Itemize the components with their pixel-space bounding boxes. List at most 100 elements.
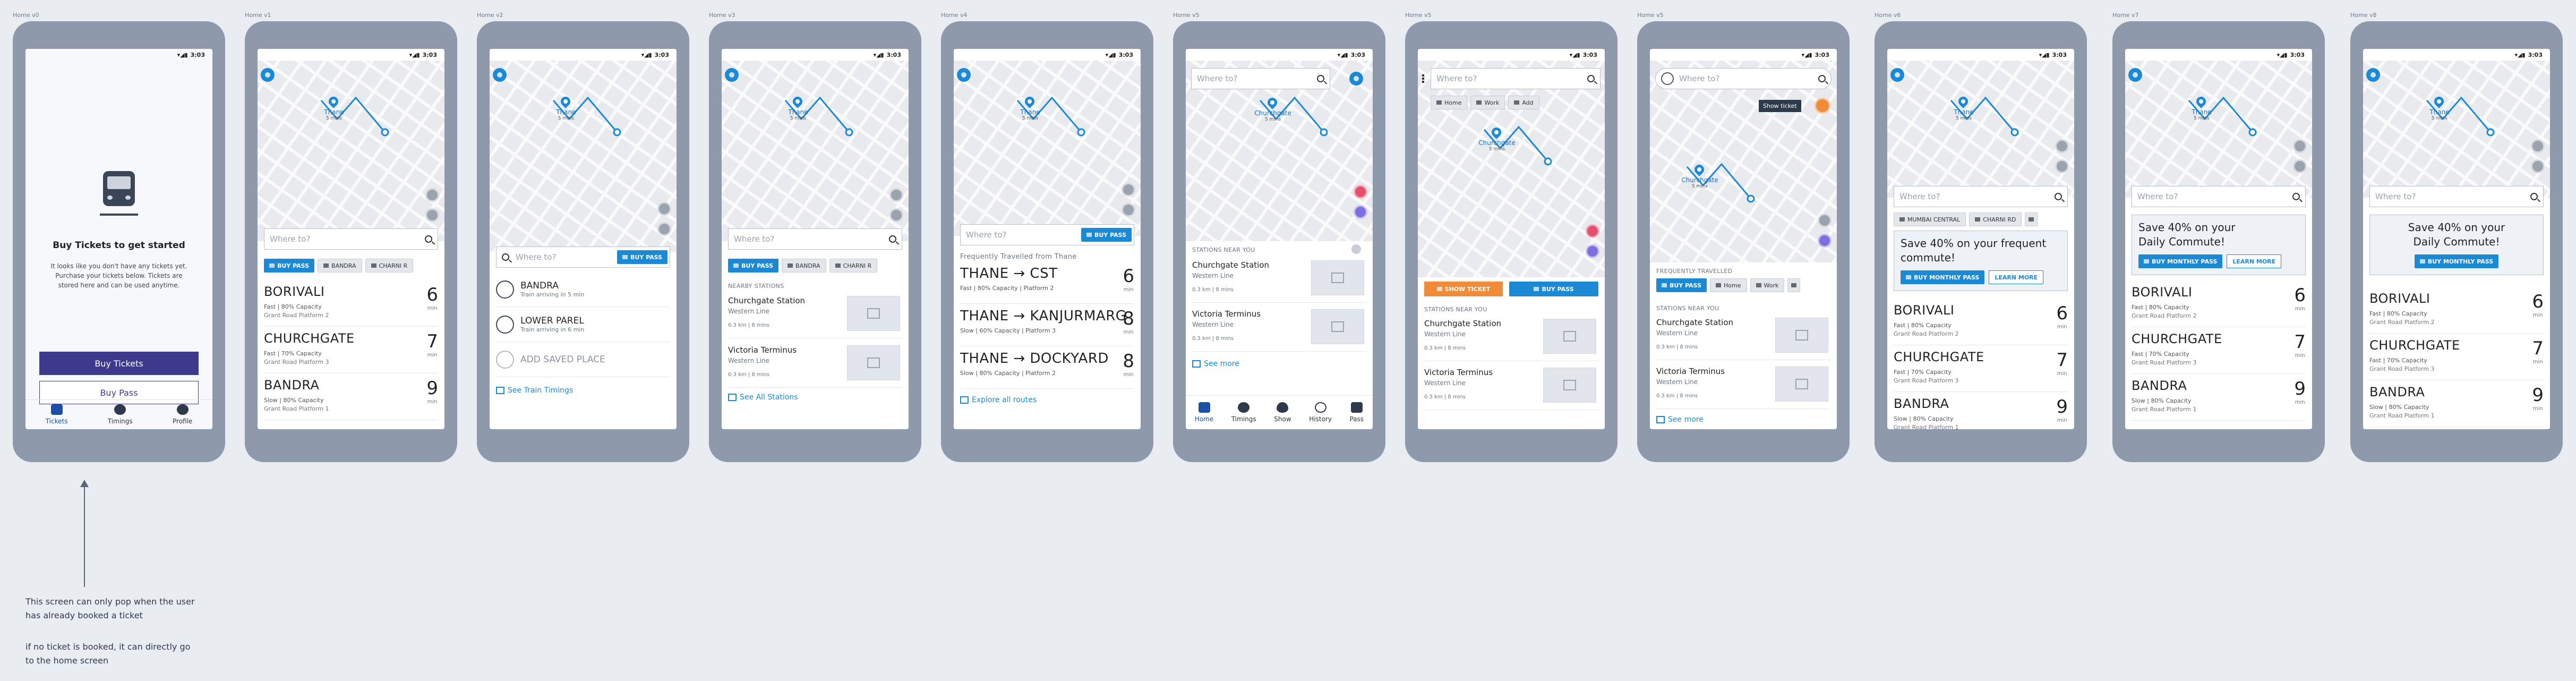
profile-avatar[interactable] xyxy=(1890,68,1904,82)
layers-button[interactable] xyxy=(1122,183,1135,197)
search-input[interactable]: Where to? BUY PASS xyxy=(960,224,1134,245)
see-train-timings-link[interactable]: See Train Timings xyxy=(496,386,573,395)
chip-add[interactable]: Add xyxy=(1508,96,1539,109)
chip-charni[interactable]: CHARNI R xyxy=(829,259,878,273)
route-row[interactable]: THANE → DOCKYARD Slow | 80% Capacity | Pl… xyxy=(960,346,1134,389)
map[interactable]: Thane 5 mins xyxy=(2125,61,2312,198)
station-row[interactable]: Churchgate Station Western Line 0.3 km | 8… xyxy=(1192,255,1366,303)
buy-pass-button[interactable]: BUY PASS xyxy=(617,250,667,264)
route-row[interactable]: THANE → KANJURMARG Slow | 60% Capacity | … xyxy=(960,304,1134,346)
train-row[interactable]: CHURCHGATE Fast | 70% Capacity Grant Road … xyxy=(2132,327,2306,374)
ticket-fab[interactable] xyxy=(1586,224,1599,238)
map[interactable]: Thane 5 mins xyxy=(1887,61,2074,198)
train-row[interactable]: BORIVALI Fast | 80% Capacity Grant Road Pl… xyxy=(264,280,438,327)
train-row[interactable]: BORIVALI Fast | 80% Capacity Grant Road Pl… xyxy=(2132,280,2306,327)
tab-pass[interactable]: Pass xyxy=(1350,402,1364,423)
chip-charni-rd[interactable]: CHARNI RD xyxy=(1969,212,2022,226)
profile-avatar[interactable] xyxy=(261,68,275,82)
locate-button[interactable] xyxy=(2531,159,2545,173)
train-row[interactable]: CHURCHGATE Fast | 70% Capacity Grant Road … xyxy=(1894,345,2068,392)
info-icon[interactable] xyxy=(1351,244,1361,254)
saved-place-row[interactable]: LOWER PAREL Train arriving in 6 min xyxy=(496,307,670,342)
profile-avatar[interactable] xyxy=(493,68,507,82)
chip-work[interactable]: Work xyxy=(1750,278,1785,292)
add-chip-button[interactable] xyxy=(1787,278,1801,292)
ticket-fab[interactable] xyxy=(1354,185,1367,199)
see-all-stations-link[interactable]: See All Stations xyxy=(728,393,798,402)
menu-icon[interactable] xyxy=(1422,74,1424,83)
locate-button[interactable] xyxy=(889,208,903,222)
locate-button[interactable] xyxy=(1586,244,1599,258)
chip-home[interactable]: Home xyxy=(1431,96,1468,109)
layers-button[interactable] xyxy=(1818,214,1832,227)
map[interactable]: Thane 5 mins xyxy=(490,61,677,252)
learn-more-button[interactable]: LEARN MORE xyxy=(2227,254,2282,268)
search-input[interactable]: Where to? xyxy=(2369,186,2544,207)
train-row[interactable]: BORIVALI Fast | 80% Capacity Grant Road Pl… xyxy=(2369,287,2544,334)
profile-icon[interactable] xyxy=(1661,72,1674,85)
see-more-link[interactable]: See more xyxy=(1192,360,1239,368)
chip-work[interactable]: Work xyxy=(1470,96,1505,109)
map[interactable]: Thane 5 mins xyxy=(258,61,444,241)
search-input[interactable]: Where to? xyxy=(1191,68,1330,89)
saved-place-row[interactable]: BANDRA Train arriving in 5 min xyxy=(496,272,670,307)
show-ticket-button[interactable]: SHOW TICKET xyxy=(1424,282,1503,296)
chip-mumbai-central[interactable]: MUMBAI CENTRAL xyxy=(1894,212,1966,226)
tab-tickets[interactable]: Tickets xyxy=(46,404,67,425)
route-row[interactable]: THANE → CST Fast | 80% Capacity | Platfor… xyxy=(960,261,1134,304)
chip-home[interactable]: Home xyxy=(1710,278,1747,292)
train-row[interactable]: BANDRA Slow | 80% Capacity Grant Road Plat… xyxy=(264,373,438,420)
search-input[interactable]: Where to? xyxy=(728,228,902,250)
train-row[interactable]: BANDRA Slow | 80% Capacity Grant Road Plat… xyxy=(2132,374,2306,421)
search-input[interactable]: Where to? BUY PASS xyxy=(496,246,670,268)
chip-bandra[interactable]: BANDRA xyxy=(318,259,362,273)
search-input[interactable]: Where to? xyxy=(264,228,438,250)
profile-avatar[interactable] xyxy=(1349,72,1363,86)
map[interactable]: Thane 5 mins xyxy=(722,61,909,241)
station-row[interactable]: Churchgate Station Western Line 0.3 km | 8… xyxy=(1656,312,1830,360)
tab-timings[interactable]: Timings xyxy=(1231,402,1256,423)
chip-charni[interactable]: CHARNI R xyxy=(365,259,414,273)
locate-button[interactable] xyxy=(1818,234,1832,248)
locate-button[interactable] xyxy=(657,222,671,236)
add-saved-place-row[interactable]: ADD SAVED PLACE xyxy=(496,342,670,377)
map[interactable]: Churchgate 5 mins xyxy=(1650,61,1837,262)
tab-profile[interactable]: Profile xyxy=(173,404,192,425)
locate-button[interactable] xyxy=(1122,203,1135,217)
station-row[interactable]: Churchgate Station Western Line 0.3 km | 8… xyxy=(1424,313,1598,361)
map[interactable]: Churchgate 5 mins xyxy=(1418,61,1605,277)
locate-button[interactable] xyxy=(425,208,439,222)
profile-avatar[interactable] xyxy=(957,68,971,82)
buy-monthly-pass-button[interactable]: BUY MONTHLY PASS xyxy=(1901,270,1985,284)
see-more-link[interactable]: See more xyxy=(1656,415,1704,424)
search-input[interactable]: Where to? xyxy=(1655,68,1832,89)
search-input[interactable]: Where to? xyxy=(2132,186,2306,207)
buy-pass-button[interactable]: BUY PASS xyxy=(1509,282,1598,296)
chip-bandra[interactable]: BANDRA xyxy=(782,259,826,273)
buy-tickets-button[interactable]: Buy Tickets xyxy=(39,352,199,375)
train-row[interactable]: BANDRA Slow | 80% Capacity Grant Road Plat… xyxy=(1894,392,2068,429)
train-row[interactable]: BANDRA Slow | 80% Capacity Grant Road Plat… xyxy=(2369,380,2544,427)
tab-show[interactable]: Show xyxy=(1274,402,1291,423)
buy-pass-button[interactable]: BUY PASS xyxy=(264,259,315,273)
profile-avatar[interactable] xyxy=(2128,68,2142,82)
profile-avatar[interactable] xyxy=(725,68,739,82)
tab-home[interactable]: Home xyxy=(1195,402,1213,423)
map[interactable]: Thane 5 mins xyxy=(954,61,1141,236)
layers-button[interactable] xyxy=(2531,139,2545,153)
layers-button[interactable] xyxy=(657,202,671,216)
search-input[interactable]: Where to? xyxy=(1894,186,2068,207)
profile-avatar[interactable] xyxy=(2366,68,2380,82)
layers-button[interactable] xyxy=(425,188,439,202)
explore-routes-link[interactable]: Explore all routes xyxy=(960,396,1037,404)
add-chip-button[interactable] xyxy=(2025,212,2038,226)
train-row[interactable]: CHURCHGATE Fast | 70% Capacity Grant Road … xyxy=(2369,334,2544,380)
train-row[interactable]: CHURCHGATE Fast | 70% Capacity Grant Road … xyxy=(264,327,438,373)
station-row[interactable]: Victoria Terminus Western Line 0.3 km | 8 … xyxy=(1192,304,1366,352)
learn-more-button[interactable]: LEARN MORE xyxy=(1989,270,2044,284)
tab-history[interactable]: History xyxy=(1309,402,1332,423)
train-row[interactable]: BORIVALI Fast | 80% Capacity Grant Road Pl… xyxy=(1894,299,2068,345)
layers-button[interactable] xyxy=(2293,139,2307,153)
locate-button[interactable] xyxy=(2055,159,2069,173)
station-row[interactable]: Victoria Terminus Western Line 0.3 km | 8 … xyxy=(1656,361,1830,409)
